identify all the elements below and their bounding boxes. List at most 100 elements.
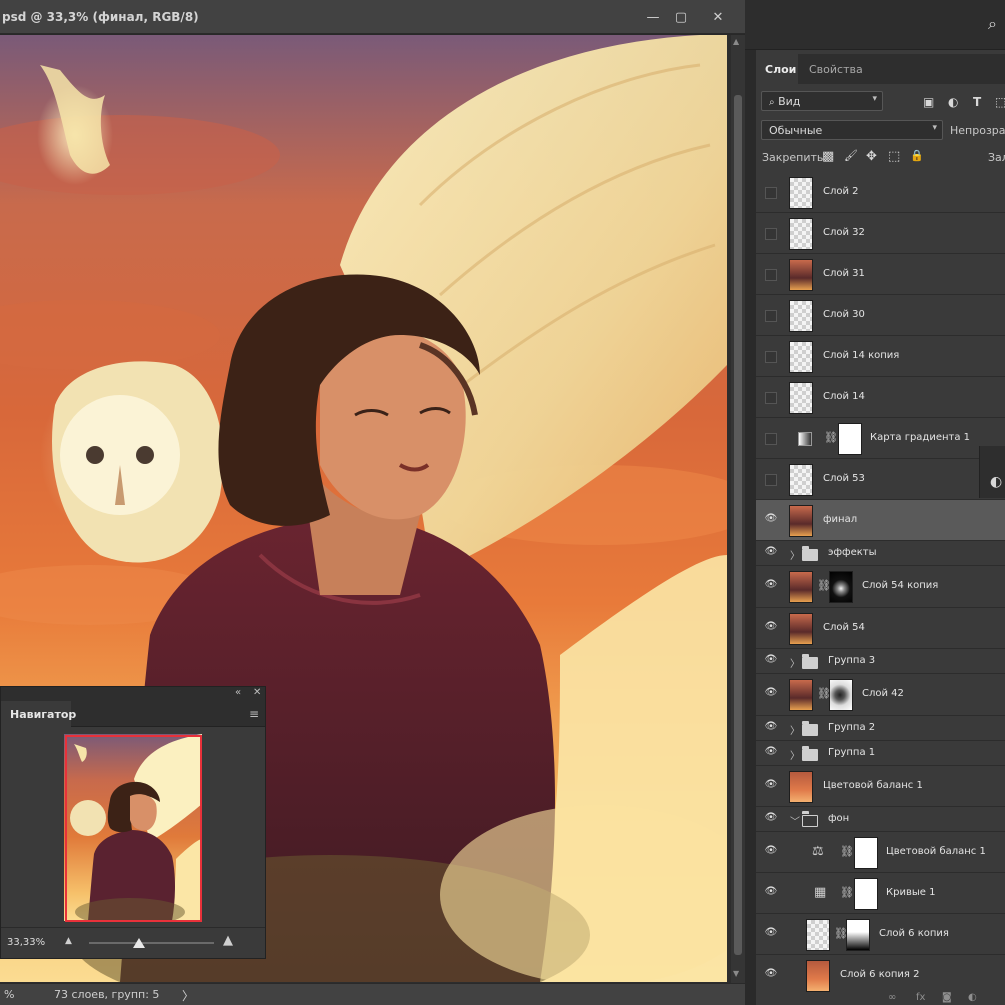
layer-mask-thumbnail[interactable] (854, 836, 878, 869)
scroll-up-icon[interactable]: ▲ (733, 37, 739, 46)
layer-name[interactable]: фон (828, 813, 849, 824)
visibility-toggle[interactable] (765, 391, 777, 404)
layer-row[interactable]: Слой 30 (756, 295, 1005, 336)
eye-icon[interactable]: 👁 (764, 621, 778, 635)
eye-icon[interactable]: 👁 (764, 746, 778, 760)
layer-name[interactable]: финал (823, 514, 857, 525)
scroll-down-icon[interactable]: ▼ (733, 969, 739, 978)
eye-icon[interactable]: 👁 (764, 721, 778, 735)
layer-name[interactable]: Группа 1 (828, 747, 875, 758)
layer-row[interactable]: 👁 Слой 54 (756, 608, 1005, 649)
visibility-toggle[interactable] (765, 268, 777, 281)
layer-name[interactable]: Слой 54 (823, 622, 865, 633)
lock-image-pixels-icon[interactable]: 🖌 (844, 149, 858, 162)
eye-icon[interactable]: 👁 (764, 845, 778, 859)
minimize-button[interactable]: — (640, 6, 666, 28)
chevron-right-icon[interactable]: 〉 (790, 547, 800, 562)
visibility-toggle[interactable] (765, 350, 777, 363)
layer-row[interactable]: 👁 ⛓ Слой 42 (756, 674, 1005, 716)
navigator-close-icon[interactable]: ✕ (253, 687, 261, 698)
layer-name[interactable]: Слой 30 (823, 309, 865, 320)
layer-mask-thumbnail[interactable] (829, 571, 853, 603)
layer-row[interactable]: 👁 ⛓ Слой 6 копия (756, 914, 1005, 955)
layer-name[interactable]: Карта градиента 1 (870, 432, 970, 443)
chevron-down-icon[interactable]: ﹀ (790, 813, 800, 828)
layer-name[interactable]: Слой 14 копия (823, 350, 899, 361)
eye-icon[interactable]: 👁 (764, 779, 778, 793)
eye-icon[interactable]: 👁 (764, 654, 778, 668)
link-layers-icon[interactable]: ∞ (888, 992, 896, 1003)
layer-thumbnail[interactable] (789, 571, 813, 603)
lock-artboard-icon[interactable]: ⬚ (888, 149, 900, 164)
visibility-toggle[interactable] (765, 473, 777, 486)
layer-row[interactable]: Слой 14 копия (756, 336, 1005, 377)
layer-mask-thumbnail[interactable] (846, 918, 870, 951)
lock-transparent-pixels-icon[interactable]: ▩ (822, 149, 834, 164)
layer-thumbnail[interactable] (789, 381, 813, 414)
eye-icon[interactable]: 👁 (764, 687, 778, 701)
layer-style-icon[interactable]: fx (916, 992, 925, 1003)
zoom-slider-handle[interactable] (133, 938, 145, 948)
layer-thumbnail[interactable] (789, 463, 813, 496)
status-zoom[interactable]: % (4, 988, 14, 1001)
eye-icon[interactable]: 👁 (764, 546, 778, 560)
layer-row[interactable]: 👁 ﹀ фон (756, 807, 1005, 832)
layer-name[interactable]: Слой 32 (823, 227, 865, 238)
layer-row[interactable]: 👁 〉 Группа 3 (756, 649, 1005, 674)
layer-name[interactable]: Слой 42 (862, 688, 904, 699)
layer-name[interactable]: эффекты (828, 547, 877, 558)
eye-icon[interactable]: 👁 (764, 886, 778, 900)
layer-filter-select[interactable]: ⌕ Вид ▾ (761, 91, 883, 111)
chain-icon[interactable]: ⛓ (840, 845, 854, 858)
layer-name[interactable]: Слой 2 (823, 186, 859, 197)
restore-button[interactable]: ▢ (668, 6, 694, 28)
lock-position-icon[interactable]: ✥ (866, 149, 877, 164)
layer-thumbnail[interactable] (789, 679, 813, 711)
status-menu-icon[interactable]: 〉 (182, 987, 194, 1004)
new-fill-layer-icon[interactable]: ◐ (968, 992, 977, 1003)
lock-all-icon[interactable]: 🔒 (910, 149, 924, 162)
layer-row[interactable]: 👁 финал (756, 500, 1005, 541)
layer-row[interactable]: Слой 14 (756, 377, 1005, 418)
layer-row[interactable]: Слой 31 (756, 254, 1005, 295)
layer-row[interactable]: Слой 2 (756, 172, 1005, 213)
layer-name[interactable]: Слой 14 (823, 391, 865, 402)
filter-type-icon[interactable]: T (973, 95, 981, 109)
layer-name[interactable]: Цветовой баланс 1 (823, 780, 923, 791)
layer-name[interactable]: Цветовой баланс 1 (886, 846, 986, 857)
collapse-icon[interactable]: « (235, 687, 241, 698)
layer-thumbnail[interactable] (789, 504, 813, 537)
layer-thumbnail[interactable] (789, 176, 813, 209)
layer-row[interactable]: 👁 ▦ ⛓ Кривые 1 (756, 873, 1005, 914)
tab-layers[interactable]: Слои (756, 54, 798, 84)
layer-thumbnail[interactable] (789, 258, 813, 291)
layer-row[interactable]: Слой 32 (756, 213, 1005, 254)
layer-row[interactable]: 👁 ⛓ Слой 54 копия (756, 566, 1005, 608)
tab-properties[interactable]: Свойства (800, 54, 870, 84)
filter-image-icon[interactable]: ▣ (923, 95, 934, 109)
layer-mask-thumbnail[interactable] (829, 679, 853, 711)
chevron-right-icon[interactable]: 〉 (790, 655, 800, 670)
layer-thumbnail[interactable] (789, 340, 813, 373)
layer-row[interactable]: 👁 Слой 6 копия 2 (756, 955, 1005, 996)
document-titlebar[interactable]: psd @ 33,3% (финал, RGB/8) — ▢ ✕ (0, 0, 745, 34)
layer-name[interactable]: Слой 6 копия 2 (840, 969, 919, 980)
chevron-right-icon[interactable]: 〉 (790, 747, 800, 762)
layer-row[interactable]: 👁 Цветовой баланс 1 (756, 766, 1005, 807)
layer-name[interactable]: Кривые 1 (886, 887, 935, 898)
close-button[interactable]: ✕ (705, 6, 731, 28)
layer-row[interactable]: Слой 53 (756, 459, 1005, 500)
chevron-right-icon[interactable]: 〉 (790, 722, 800, 737)
search-icon[interactable]: ⌕ (988, 14, 997, 34)
layer-mask-thumbnail[interactable] (854, 877, 878, 910)
tab-navigator[interactable]: Навигатор (1, 701, 76, 727)
layer-row[interactable]: 👁 ⚖ ⛓ Цветовой баланс 1 (756, 832, 1005, 873)
layer-name[interactable]: Группа 3 (828, 655, 875, 666)
navigator-header[interactable]: « ✕ (1, 687, 265, 701)
layer-row[interactable]: 👁 〉 эффекты (756, 541, 1005, 566)
visibility-toggle[interactable] (765, 186, 777, 199)
adjustments-panel-icon[interactable]: ◐ (990, 474, 1002, 490)
navigator-view-box[interactable] (65, 735, 202, 922)
zoom-out-icon[interactable]: ▲ (65, 936, 72, 946)
scroll-thumb[interactable] (734, 95, 742, 955)
